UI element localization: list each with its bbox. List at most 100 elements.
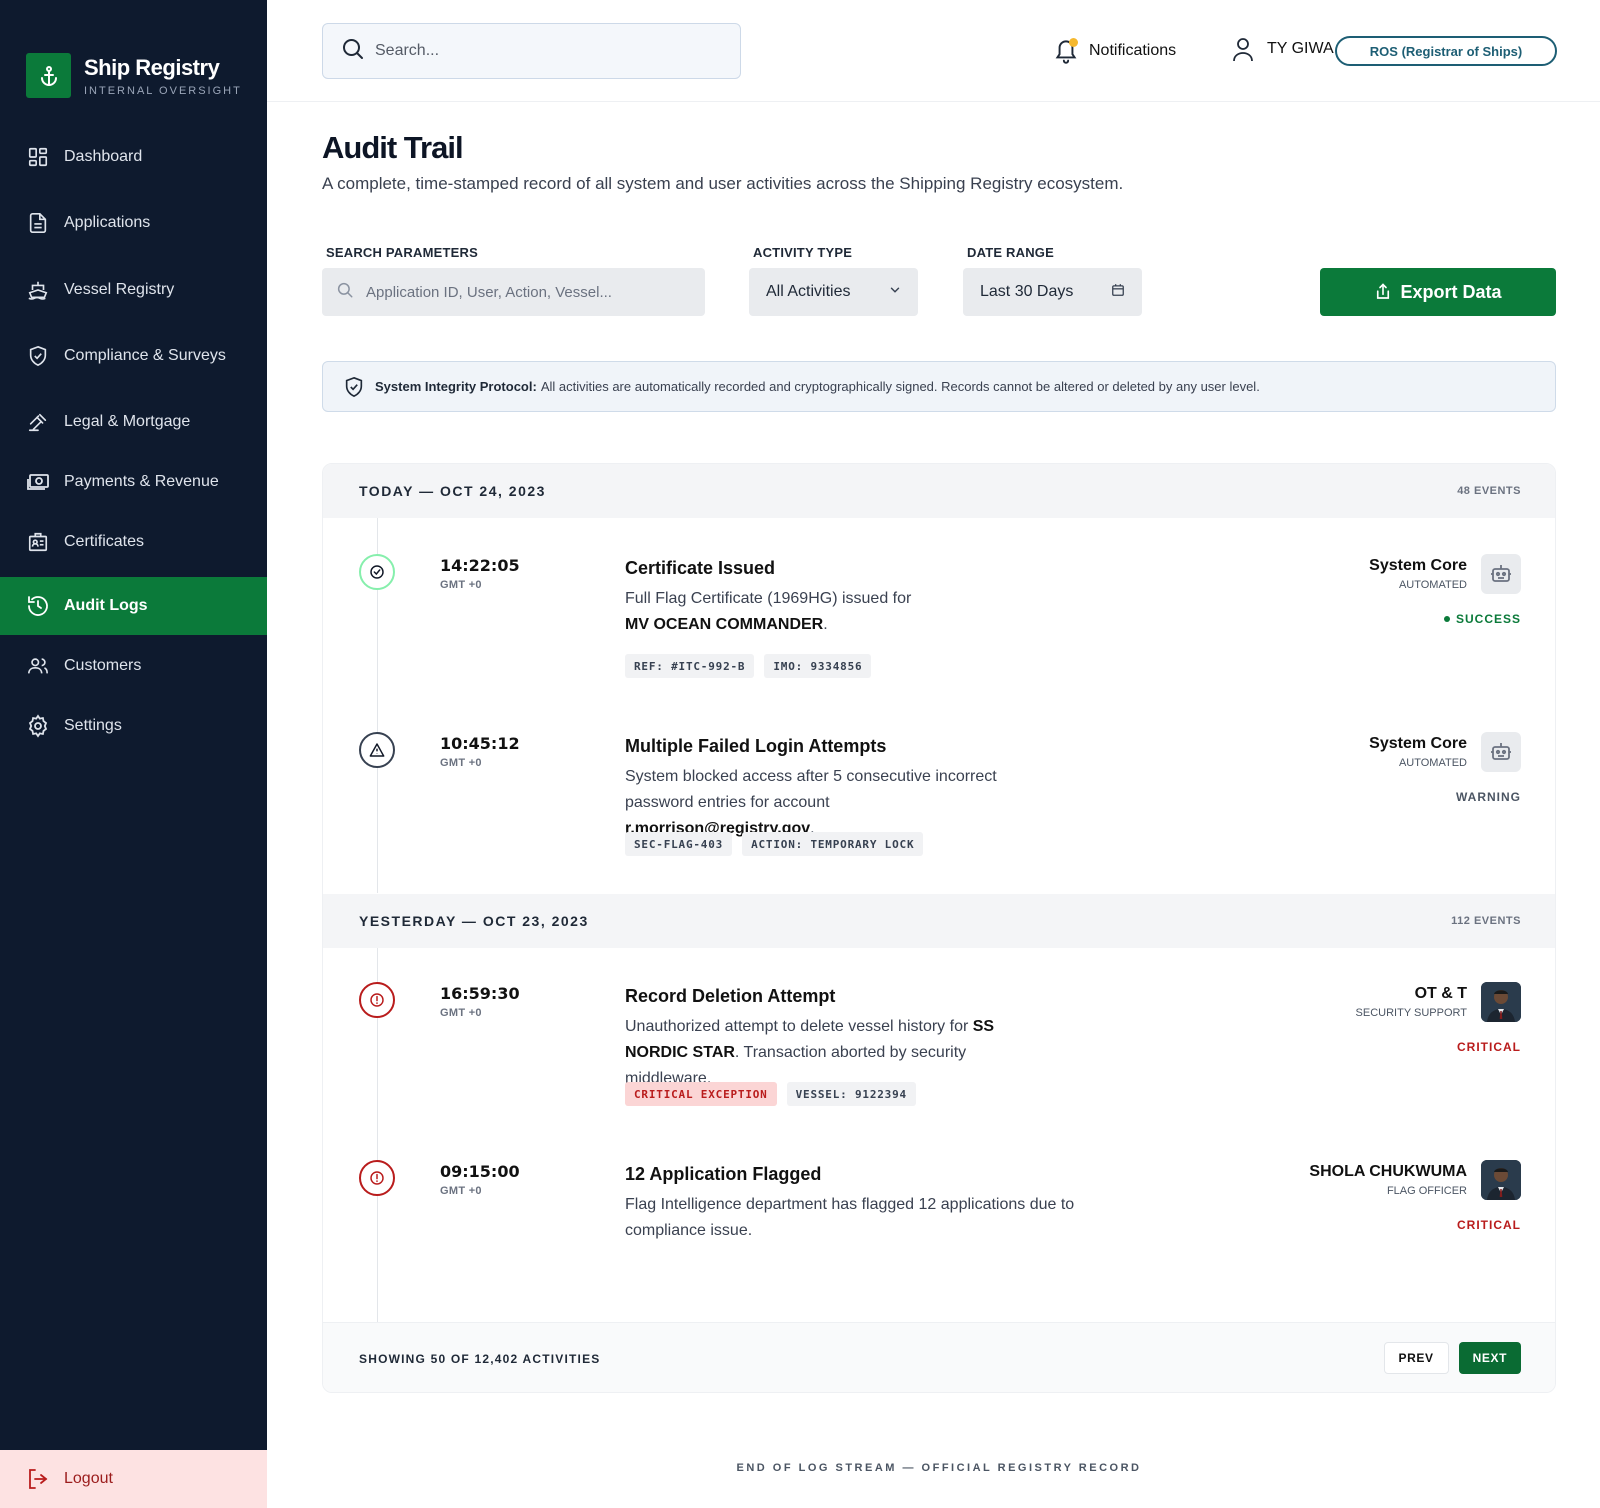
calendar-icon bbox=[1111, 283, 1125, 302]
anchor-icon bbox=[26, 53, 71, 98]
search-icon bbox=[341, 37, 365, 66]
sidebar-item-label: Vessel Registry bbox=[64, 281, 175, 298]
brand[interactable]: Ship Registry INTERNAL OVERSIGHT bbox=[26, 53, 242, 98]
prev-button[interactable]: PREV bbox=[1383, 1342, 1449, 1374]
sidebar-item-certificates[interactable]: Certificates bbox=[0, 513, 267, 571]
sidebar-item-dashboard[interactable]: Dashboard bbox=[0, 128, 267, 186]
event-tag: ACTION: TEMPORARY LOCK bbox=[742, 832, 924, 856]
event-title: 12 Application Flagged bbox=[625, 1164, 822, 1184]
actor-name: System Core bbox=[1369, 557, 1467, 574]
event-title: Multiple Failed Login Attempts bbox=[625, 736, 887, 756]
event-time: 10:45:12 bbox=[440, 734, 520, 753]
audit-event[interactable]: 16:59:30 GMT +0 Record Deletion Attempt … bbox=[323, 982, 1555, 1142]
event-actor: System Core AUTOMATED SUCCESS bbox=[1221, 554, 1521, 634]
actor-name: System Core bbox=[1369, 735, 1467, 752]
activity-type-label: ACTIVITY TYPE bbox=[753, 245, 853, 260]
protocol-title: System Integrity Protocol: bbox=[375, 379, 537, 394]
search-parameters-field[interactable] bbox=[322, 268, 705, 316]
check-circle-icon bbox=[359, 554, 395, 590]
actor-role: FLAG OFFICER bbox=[1386, 1185, 1467, 1197]
event-tag: IMO: 9334856 bbox=[764, 654, 872, 678]
global-search-input[interactable] bbox=[375, 42, 705, 60]
shield-check-icon bbox=[343, 376, 365, 398]
sidebar-item-customers[interactable]: Customers bbox=[0, 637, 267, 695]
audit-event[interactable]: 10:45:12 GMT +0 Multiple Failed Login At… bbox=[323, 732, 1555, 892]
brand-subtitle: INTERNAL OVERSIGHT bbox=[84, 84, 242, 97]
robot-icon bbox=[1481, 732, 1521, 772]
gear-icon bbox=[26, 714, 50, 738]
sidebar-item-label: Audit Logs bbox=[64, 597, 148, 614]
actor-name: SHOLA CHUKWUMA bbox=[1309, 1163, 1467, 1180]
timeline-footer: SHOWING 50 OF 12,402 ACTIVITIES PREV NEX… bbox=[323, 1322, 1555, 1392]
activity-type-select[interactable]: All Activities bbox=[749, 268, 918, 316]
user-name: TY GIWA bbox=[1267, 40, 1334, 57]
global-search[interactable] bbox=[322, 23, 741, 79]
notifications-button[interactable]: Notifications bbox=[1053, 36, 1176, 66]
audit-timeline: TODAY — OCT 24, 2023 48 EVENTS 14:22:05 … bbox=[322, 463, 1556, 1393]
day-event-count: 48 EVENTS bbox=[1457, 485, 1521, 497]
end-of-log-note: END OF LOG STREAM — OFFICIAL REGISTRY RE… bbox=[736, 1462, 1142, 1474]
page-title: Audit Trail bbox=[322, 130, 464, 165]
search-icon bbox=[336, 281, 354, 304]
logout-button[interactable]: Logout bbox=[0, 1450, 267, 1508]
event-tag: REF: #ITC-992-B bbox=[625, 654, 755, 678]
event-timezone: GMT +0 bbox=[440, 1185, 482, 1197]
sidebar-item-compliance[interactable]: Compliance & Surveys bbox=[0, 327, 267, 385]
sidebar: Ship Registry INTERNAL OVERSIGHT Dashboa… bbox=[0, 0, 267, 1508]
sidebar-item-vessel-registry[interactable]: Vessel Registry bbox=[0, 261, 267, 319]
event-time: 09:15:00 bbox=[440, 1162, 520, 1181]
sidebar-item-label: Compliance & Surveys bbox=[64, 347, 226, 364]
day-title: TODAY — OCT 24, 2023 bbox=[359, 483, 546, 499]
chevron-down-icon bbox=[888, 283, 902, 302]
robot-icon bbox=[1481, 554, 1521, 594]
event-tags: SEC-FLAG-403 ACTION: TEMPORARY LOCK bbox=[625, 832, 924, 856]
audit-event[interactable]: 09:15:00 GMT +0 12 Application Flagged F… bbox=[323, 1160, 1555, 1300]
id-badge-icon bbox=[26, 530, 50, 554]
date-range-value: Last 30 Days bbox=[980, 283, 1074, 300]
shield-check-icon bbox=[26, 344, 50, 368]
logout-icon bbox=[26, 1467, 50, 1491]
gavel-icon bbox=[26, 410, 50, 434]
date-range-select[interactable]: Last 30 Days bbox=[963, 268, 1142, 316]
event-description: System blocked access after 5 consecutiv… bbox=[625, 768, 997, 837]
export-data-label: Export Data bbox=[1400, 281, 1502, 302]
next-button[interactable]: NEXT bbox=[1458, 1342, 1521, 1374]
sidebar-item-payments[interactable]: Payments & Revenue bbox=[0, 453, 267, 511]
event-tags: REF: #ITC-992-B IMO: 9334856 bbox=[625, 654, 872, 678]
event-tag: SEC-FLAG-403 bbox=[625, 832, 733, 856]
integrity-protocol-banner: System Integrity Protocol: All activitie… bbox=[322, 361, 1556, 412]
topbar: Notifications TY GIWA ROS (Registrar of … bbox=[267, 0, 1600, 102]
export-data-button[interactable]: Export Data bbox=[1320, 268, 1556, 316]
notification-dot bbox=[1069, 38, 1078, 47]
audit-event[interactable]: 14:22:05 GMT +0 Certificate Issued Full … bbox=[323, 554, 1555, 714]
sidebar-item-settings[interactable]: Settings bbox=[0, 697, 267, 755]
sidebar-item-legal[interactable]: Legal & Mortgage bbox=[0, 393, 267, 451]
sidebar-item-label: Applications bbox=[64, 214, 151, 231]
document-icon bbox=[26, 211, 50, 235]
logout-label: Logout bbox=[64, 1470, 113, 1487]
actor-role: AUTOMATED bbox=[1398, 757, 1467, 769]
event-time: 14:22:05 bbox=[440, 556, 520, 575]
protocol-text: All activities are automatically recorde… bbox=[540, 379, 1260, 394]
page-description: A complete, time-stamped record of all s… bbox=[322, 174, 1124, 193]
search-parameters-label: SEARCH PARAMETERS bbox=[326, 245, 478, 260]
event-actor: SHOLA CHUKWUMA FLAG OFFICER CRITICAL bbox=[1221, 1160, 1521, 1240]
brand-title: Ship Registry bbox=[84, 54, 220, 80]
day-event-count: 112 EVENTS bbox=[1451, 915, 1521, 927]
warning-triangle-icon bbox=[359, 732, 395, 768]
event-tag: VESSEL: 9122394 bbox=[786, 1082, 916, 1106]
status-badge: CRITICAL bbox=[1457, 1040, 1521, 1054]
avatar bbox=[1481, 1160, 1521, 1200]
search-parameters-input[interactable] bbox=[366, 283, 686, 301]
actor-name: OT & T bbox=[1414, 985, 1467, 1002]
sidebar-item-label: Certificates bbox=[64, 533, 145, 550]
user-icon bbox=[1231, 36, 1255, 62]
sidebar-item-applications[interactable]: Applications bbox=[0, 194, 267, 252]
status-badge: SUCCESS bbox=[1443, 612, 1521, 626]
event-tag-critical: CRITICAL EXCEPTION bbox=[625, 1082, 777, 1106]
user-menu[interactable]: TY GIWA bbox=[1231, 36, 1334, 62]
sidebar-item-audit-logs[interactable]: Audit Logs bbox=[0, 577, 267, 635]
day-header: TODAY — OCT 24, 2023 48 EVENTS bbox=[323, 464, 1555, 518]
pagination: PREV NEXT bbox=[1383, 1342, 1521, 1374]
actor-role: SECURITY SUPPORT bbox=[1355, 1007, 1467, 1019]
